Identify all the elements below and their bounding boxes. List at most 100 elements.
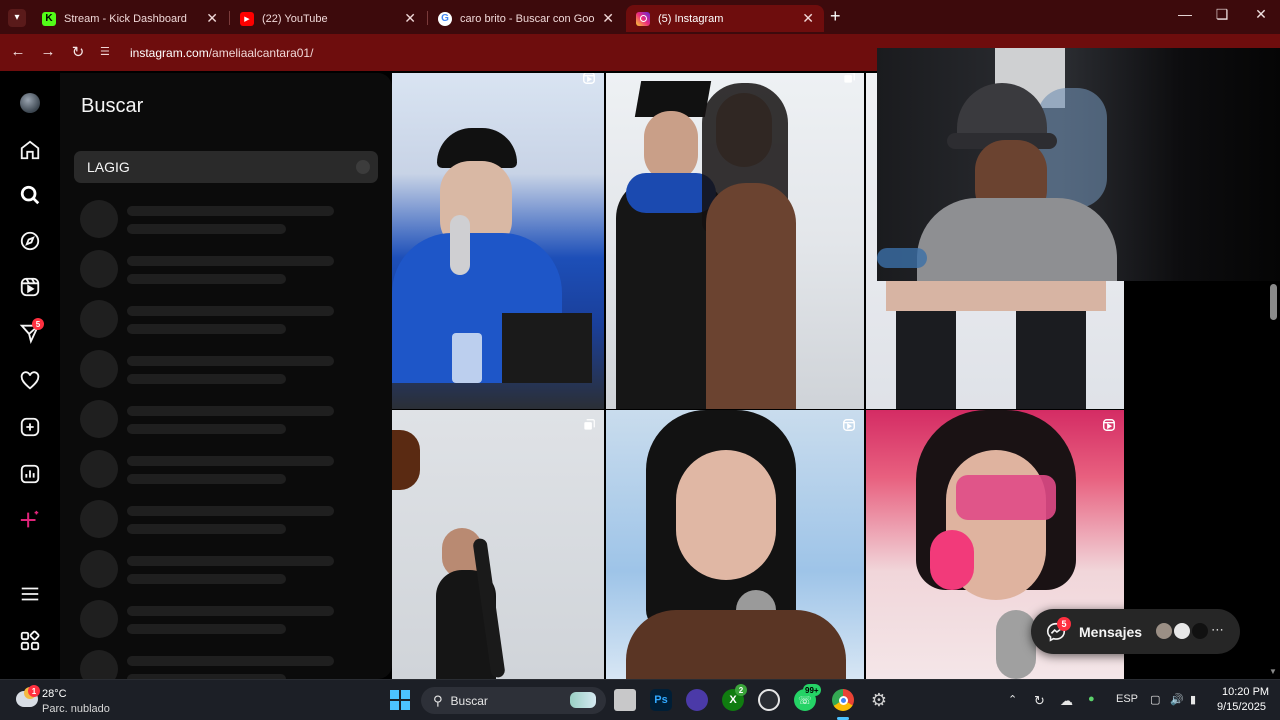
task-view-icon[interactable]	[614, 689, 636, 711]
text-placeholder	[127, 606, 334, 616]
close-tab-icon[interactable]: ✕	[206, 10, 218, 27]
streamer-webcam-overlay	[877, 48, 1280, 281]
windows-start-icon[interactable]	[390, 690, 410, 710]
create-plus-icon[interactable]	[17, 414, 43, 440]
weather-badge: 1	[28, 685, 40, 697]
url-path: /ameliaalcantara01/	[208, 45, 314, 60]
avatar-placeholder	[80, 400, 118, 438]
restore-icon[interactable]: ❏	[1207, 6, 1237, 23]
text-placeholder	[127, 474, 286, 484]
app-icon[interactable]	[758, 689, 780, 711]
photoshop-icon[interactable]: Ps	[650, 689, 672, 711]
sync-icon[interactable]: ↻	[1034, 693, 1045, 709]
text-placeholder	[127, 256, 334, 266]
apps-grid-icon[interactable]	[17, 628, 43, 654]
tab-youtube[interactable]: ▶ (22) YouTube ✕	[230, 5, 426, 32]
messages-label: Mensajes	[1079, 623, 1143, 640]
post-thumbnail[interactable]	[392, 73, 604, 409]
search-input[interactable]	[74, 151, 378, 183]
more-icon[interactable]: ⋯	[1211, 622, 1224, 638]
tab-google-search[interactable]: G caro brito - Buscar con Google ✕	[428, 5, 624, 32]
search-result-placeholder	[80, 500, 340, 540]
instagram-sidebar: 5	[0, 73, 60, 679]
avatar	[1154, 621, 1174, 641]
search-panel-title: Buscar	[81, 95, 144, 117]
back-icon[interactable]: ←	[8, 43, 28, 60]
google-icon: G	[438, 11, 452, 26]
whatsapp-badge: 99+	[803, 684, 821, 696]
search-icon[interactable]	[17, 182, 43, 208]
text-placeholder	[127, 574, 286, 584]
messages-button[interactable]: 5 Mensajes ⋯	[1031, 609, 1240, 654]
text-placeholder	[127, 206, 334, 216]
display-icon[interactable]: ▢	[1150, 693, 1160, 706]
text-placeholder	[127, 424, 286, 434]
page-scrollbar[interactable]: ▼	[1266, 281, 1280, 679]
tab-title: caro brito - Buscar con Google	[460, 12, 595, 25]
search-result-placeholder	[80, 200, 340, 240]
profile-avatar[interactable]	[17, 90, 43, 116]
tab-instagram[interactable]: (5) Instagram ✕	[626, 5, 824, 32]
youtube-icon: ▶	[240, 11, 254, 26]
taskbar-search[interactable]: ⚲ Buscar	[421, 687, 606, 714]
windows-taskbar: 1 28°C Parc. nublado ⚲ Buscar Ps X 2 ☏ 9…	[0, 679, 1280, 720]
post-thumbnail[interactable]	[392, 410, 604, 679]
text-placeholder	[127, 506, 334, 516]
xbox-badge: 2	[735, 684, 747, 696]
tab-kick-dashboard[interactable]: K Stream - Kick Dashboard ✕	[32, 5, 228, 32]
avatar-placeholder	[80, 200, 118, 238]
reload-icon[interactable]: ↻	[68, 43, 88, 61]
scroll-down-arrow-icon[interactable]: ▼	[1269, 667, 1277, 676]
battery-icon[interactable]: ▮	[1190, 693, 1196, 706]
search-box[interactable]	[74, 151, 378, 183]
close-window-icon[interactable]: ✕	[1246, 6, 1276, 23]
carousel-icon	[844, 73, 855, 83]
minimize-icon[interactable]: —	[1170, 6, 1200, 22]
weather-widget[interactable]: 1 28°C Parc. nublado	[14, 685, 134, 717]
menu-hamburger-icon[interactable]	[17, 581, 43, 607]
post-thumbnail[interactable]	[606, 73, 864, 409]
scrollbar-thumb[interactable]	[1270, 284, 1277, 320]
search-result-placeholder	[80, 350, 340, 390]
site-info-icon[interactable]: ☰	[100, 45, 116, 61]
settings-gear-icon[interactable]: ⚙	[868, 689, 890, 711]
home-icon[interactable]	[17, 137, 43, 163]
clear-search-icon[interactable]	[356, 160, 370, 174]
text-placeholder	[127, 356, 334, 366]
text-placeholder	[127, 374, 286, 384]
text-placeholder	[127, 274, 286, 284]
search-result-placeholder	[80, 600, 340, 640]
app-icon[interactable]	[686, 689, 708, 711]
reels-icon[interactable]	[17, 274, 43, 300]
browser-tab-bar: ▾ K Stream - Kick Dashboard ✕ ▶ (22) You…	[0, 0, 1280, 34]
close-tab-icon[interactable]: ✕	[802, 10, 814, 27]
avatar-placeholder	[80, 300, 118, 338]
volume-icon[interactable]: 🔊	[1170, 693, 1184, 706]
avatar-placeholder	[80, 550, 118, 588]
new-tab-button[interactable]: +	[830, 6, 841, 27]
chevron-up-icon[interactable]: ⌃	[1008, 693, 1017, 706]
text-placeholder	[127, 456, 334, 466]
dashboard-icon[interactable]	[17, 461, 43, 487]
forward-icon[interactable]: →	[38, 43, 58, 60]
avatar	[1172, 621, 1192, 641]
clock-date[interactable]: 9/15/2025	[1217, 701, 1266, 713]
heart-icon[interactable]	[17, 368, 43, 394]
explore-compass-icon[interactable]	[17, 228, 43, 254]
tab-search-chevron-icon[interactable]: ▾	[8, 9, 26, 27]
ai-sparkle-icon[interactable]	[17, 507, 43, 533]
cloud-icon[interactable]: ☁	[1060, 693, 1073, 709]
chrome-icon[interactable]	[832, 689, 854, 711]
clock-time[interactable]: 10:20 PM	[1222, 686, 1269, 698]
search-result-placeholder	[80, 250, 340, 290]
language-indicator[interactable]: ESP	[1116, 693, 1138, 705]
address-bar[interactable]: ☰ instagram.com/ameliaalcantara01/	[100, 40, 880, 65]
close-tab-icon[interactable]: ✕	[602, 10, 614, 27]
post-thumbnail[interactable]	[606, 410, 864, 679]
direct-messages-icon[interactable]: 5	[17, 318, 44, 346]
close-tab-icon[interactable]: ✕	[404, 10, 416, 27]
microphone-icon[interactable]: ●	[1088, 693, 1095, 705]
text-placeholder	[127, 324, 286, 334]
messages-nav-badge: 5	[32, 318, 44, 330]
search-icon: ⚲	[433, 692, 443, 708]
